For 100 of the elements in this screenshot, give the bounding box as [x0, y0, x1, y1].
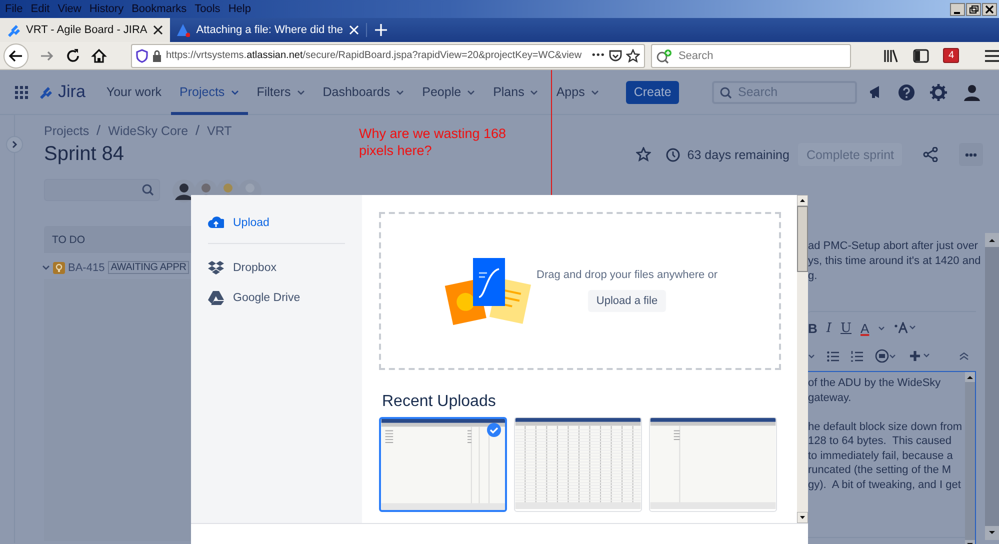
section-title: Recent Uploads	[382, 393, 497, 411]
comment-text: ad PMC-Setup abort after just over	[808, 239, 979, 254]
help-icon[interactable]	[898, 84, 915, 100]
upload-file-button[interactable]: Upload a file	[588, 290, 666, 312]
editor-text-line: of the ADU by the WideSky	[808, 376, 942, 390]
spreadsheet-thumbnail-icon	[515, 418, 641, 511]
chevron-icon	[878, 326, 886, 330]
pocket-icon[interactable]	[609, 50, 622, 62]
minimize-icon[interactable]	[950, 2, 965, 16]
menu-item[interactable]: History	[87, 3, 130, 15]
plus-icon[interactable]	[375, 24, 388, 36]
format-button[interactable]: I	[826, 320, 832, 336]
page-actions-button[interactable]: •••	[592, 50, 606, 61]
library-icon[interactable]	[883, 48, 900, 62]
search-field[interactable]	[44, 179, 160, 201]
search-icon	[720, 86, 732, 98]
menu-item[interactable]: Bookmarks	[130, 3, 193, 15]
avatar-icon[interactable]	[172, 179, 196, 203]
issue-key[interactable]: BA-415	[68, 262, 105, 274]
shield-icon	[136, 48, 148, 62]
scroll-thumb-icon[interactable]	[797, 206, 808, 272]
emoji-icon[interactable]	[875, 349, 897, 363]
clock-icon	[666, 148, 680, 162]
lock-icon	[152, 50, 162, 62]
close-icon[interactable]	[982, 2, 997, 16]
close-icon[interactable]	[153, 25, 164, 35]
chevron-icon	[42, 265, 50, 270]
editor-text-line: gy). A bit of tweaking, and I get	[808, 478, 962, 492]
menu-icon[interactable]	[985, 50, 999, 62]
nav-item[interactable]: Plans	[484, 70, 548, 114]
share-icon[interactable]	[923, 147, 938, 162]
chevron-icon	[808, 354, 815, 358]
search-field[interactable]: Search	[712, 80, 857, 104]
drop-zone[interactable]: Drag and drop your files anywhere or Upload a file	[379, 212, 781, 370]
format-button[interactable]: B	[808, 320, 818, 336]
back-icon[interactable]	[3, 42, 29, 68]
drop-hint: Drag and drop your files anywhere or	[536, 268, 718, 280]
editor-text-line: runcated (the setting of the M	[808, 463, 952, 478]
complete-sprint-button[interactable]: Complete sprint	[798, 143, 902, 166]
insert-icon[interactable]	[909, 350, 931, 362]
more-button[interactable]	[959, 143, 983, 166]
scroll-up-icon[interactable]	[985, 233, 999, 247]
text-area[interactable]: of the ADU by the WideSky gateway. he default block size down from 128 to 64 bytes. This caused to immediately fail, because a runcated (the setting of the M gy). A bit of tweaking, and I get	[808, 371, 976, 544]
editor-text-line: gateway.	[808, 390, 852, 405]
home-icon[interactable]	[91, 48, 107, 64]
nav-item[interactable]: Dashboards	[314, 70, 414, 114]
breadcrumb-link[interactable]: Projects	[44, 124, 90, 138]
format-button[interactable]: U	[840, 320, 852, 336]
text-size-icon[interactable]	[894, 322, 916, 334]
lightbulb-icon	[53, 262, 65, 274]
slash-icon	[195, 124, 200, 136]
scroll-down-icon[interactable]	[797, 512, 808, 523]
breadcrumb-link[interactable]: VRT	[207, 124, 232, 138]
search-icon	[142, 184, 154, 196]
star-icon[interactable]	[626, 48, 640, 62]
jira-icon	[6, 23, 20, 37]
sidebar-icon[interactable]	[913, 48, 930, 62]
reload-icon[interactable]	[65, 48, 81, 64]
more-icon	[965, 152, 977, 156]
check-icon	[487, 423, 501, 437]
format-button[interactable]: A	[860, 320, 870, 336]
tab-title: Attaching a file: Where did the	[196, 24, 344, 36]
app-grid-icon[interactable]	[15, 86, 28, 98]
search-field[interactable]: Search	[651, 44, 852, 68]
breadcrumb-link[interactable]: WideSky Core	[108, 124, 188, 138]
settings-icon[interactable]	[930, 84, 947, 100]
spreadsheet-thumbnail-icon	[650, 418, 776, 511]
source-item[interactable]: Dropbox	[208, 258, 276, 278]
restore-icon[interactable]	[966, 2, 981, 16]
spreadsheet-thumbnail-icon	[381, 419, 505, 510]
nav-item[interactable]: People	[413, 70, 484, 114]
dropbox-icon	[208, 260, 224, 276]
scroll-up-icon[interactable]	[965, 372, 975, 382]
menu-item[interactable]: Tools	[192, 3, 226, 15]
sprint-title: Sprint 84	[44, 143, 124, 166]
triangle-icon	[176, 23, 190, 37]
source-item[interactable]: Google Drive	[208, 288, 300, 308]
nav-item[interactable]: Filters	[248, 70, 314, 114]
browser-tab[interactable]: Attaching a file: Where did the	[170, 18, 366, 42]
nav-item[interactable]: Projects	[170, 70, 248, 114]
menu-item[interactable]: Help	[226, 3, 257, 15]
search-icon	[656, 48, 672, 64]
jira-logo[interactable]: Jira	[58, 82, 86, 102]
collapse-icon[interactable]	[959, 352, 969, 360]
google-drive-icon	[208, 290, 224, 306]
bullet-list-icon[interactable]	[827, 350, 839, 362]
avatar-icon[interactable]	[962, 82, 982, 102]
expand-icon[interactable]	[6, 136, 23, 153]
scroll-down-icon[interactable]	[985, 526, 999, 540]
comment-text: ys, this time around it's at 1420 and	[808, 254, 982, 269]
scroll-up-icon[interactable]	[797, 195, 808, 206]
notification-badge[interactable]: 4	[943, 48, 959, 63]
numbered-list-icon[interactable]	[851, 350, 863, 362]
file-thumbnail[interactable]	[379, 417, 507, 512]
create-button[interactable]: Create	[626, 80, 680, 104]
nav-item[interactable]: Your work	[97, 70, 171, 114]
browser-tab[interactable]: VRT - Agile Board - JIRA	[0, 18, 170, 42]
address-field[interactable]: https://vrtsystems.atlassian.net/secure/RapidBoard.jspa?rapidView=20&projectKey=WC&view	[166, 50, 588, 61]
days-remaining: 63 days remaining	[687, 148, 790, 162]
star-icon[interactable]	[636, 147, 652, 162]
